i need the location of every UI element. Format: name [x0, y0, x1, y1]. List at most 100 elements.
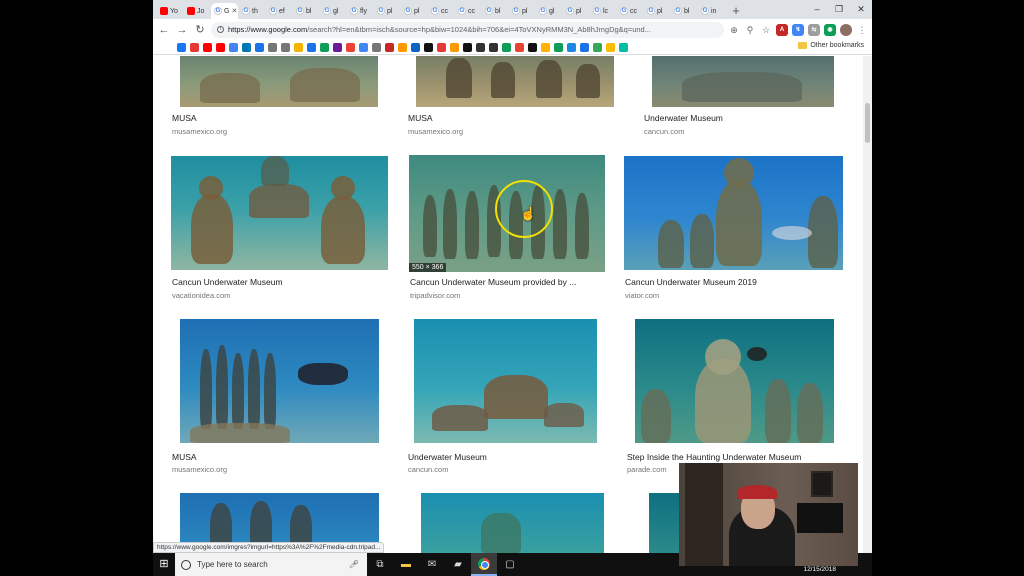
bookmark-icon[interactable]: [437, 42, 446, 52]
browser-tab[interactable]: Gbl: [671, 3, 697, 19]
bookmark-icon[interactable]: [333, 42, 342, 52]
result-source[interactable]: tripadvisor.com: [410, 291, 460, 300]
result-thumbnail[interactable]: [635, 319, 834, 443]
bookmark-icon[interactable]: [320, 42, 329, 52]
chrome-taskbar-icon[interactable]: [471, 553, 497, 576]
bookmark-icon[interactable]: [606, 42, 615, 52]
browser-tab[interactable]: Gth: [239, 3, 265, 19]
result-source[interactable]: cancun.com: [644, 127, 684, 136]
bookmark-icon[interactable]: [476, 42, 485, 52]
result-source[interactable]: viator.com: [625, 291, 659, 300]
bookmark-icon[interactable]: [398, 42, 407, 52]
result-thumbnail[interactable]: [421, 493, 604, 553]
file-explorer-icon[interactable]: ▬: [393, 553, 419, 576]
browser-tab[interactable]: Gcc: [455, 3, 481, 19]
bookmark-icon[interactable]: [515, 42, 524, 52]
close-window-icon[interactable]: ✕: [850, 0, 872, 19]
app-window-icon[interactable]: ▢: [497, 553, 523, 576]
microphone-icon[interactable]: 🎤︎: [349, 560, 359, 569]
browser-tab[interactable]: Gpl: [509, 3, 535, 19]
result-source[interactable]: cancun.com: [408, 465, 448, 474]
browser-tab[interactable]: G G ✕: [211, 3, 238, 19]
extension-icon[interactable]: A: [776, 23, 788, 36]
bookmark-icon[interactable]: [463, 42, 472, 52]
result-source[interactable]: musamexico.org: [172, 465, 227, 474]
result-source[interactable]: musamexico.org: [408, 127, 463, 136]
maximize-icon[interactable]: ❐: [828, 0, 850, 19]
camera-app-icon[interactable]: ▰: [445, 553, 471, 576]
address-bar[interactable]: i https://www.google.com/search?hl=en&tb…: [211, 21, 724, 38]
forward-icon[interactable]: →: [175, 23, 189, 37]
result-title[interactable]: Step Inside the Haunting Underwater Muse…: [627, 452, 801, 462]
browser-tab[interactable]: Gef: [266, 3, 292, 19]
reload-icon[interactable]: ↻: [193, 23, 207, 37]
result-thumbnail[interactable]: [649, 493, 679, 553]
result-title[interactable]: Cancun Underwater Museum 2019: [625, 277, 757, 287]
browser-tab[interactable]: Gfly: [347, 3, 373, 19]
browser-tab[interactable]: Gpl: [374, 3, 400, 19]
bookmark-icon[interactable]: [294, 42, 303, 52]
result-title[interactable]: MUSA: [172, 452, 197, 462]
page-scrollbar[interactable]: [863, 56, 872, 553]
bookmark-icon[interactable]: [268, 42, 277, 52]
result-thumbnail[interactable]: [624, 156, 843, 270]
extension-icon[interactable]: ↯: [792, 23, 804, 36]
browser-tab[interactable]: Gin: [698, 3, 724, 19]
task-view-icon[interactable]: ⧉: [367, 553, 393, 576]
profile-avatar[interactable]: [840, 23, 852, 36]
site-info-icon[interactable]: i: [217, 26, 224, 33]
bookmark-icon[interactable]: [229, 42, 238, 52]
extension-icon[interactable]: ⇆: [808, 23, 820, 36]
result-thumbnail[interactable]: [180, 319, 379, 443]
bookmark-icon[interactable]: [554, 42, 563, 52]
browser-tab[interactable]: Gbl: [482, 3, 508, 19]
location-icon[interactable]: ⊕: [728, 24, 740, 36]
bookmark-icon[interactable]: [359, 42, 368, 52]
bookmark-icon[interactable]: [528, 42, 537, 52]
minimize-icon[interactable]: –: [806, 0, 828, 19]
result-title[interactable]: MUSA: [172, 113, 197, 123]
bookmark-icon[interactable]: [385, 42, 394, 52]
extension-icon[interactable]: ◉: [824, 23, 836, 36]
scrollbar-thumb[interactable]: [865, 103, 870, 143]
result-title[interactable]: Cancun Underwater Museum: [172, 277, 283, 287]
result-title[interactable]: MUSA: [408, 113, 433, 123]
browser-tab[interactable]: Yo: [157, 3, 183, 19]
other-bookmarks-folder[interactable]: Other bookmarks: [798, 42, 864, 49]
new-tab-button[interactable]: +: [729, 3, 743, 19]
result-title[interactable]: Underwater Museum: [644, 113, 723, 123]
bookmark-icon[interactable]: [567, 42, 576, 52]
browser-tab[interactable]: Gbl: [293, 3, 319, 19]
browser-tab[interactable]: Gpl: [563, 3, 589, 19]
browser-tab[interactable]: Gcc: [428, 3, 454, 19]
bookmark-icon[interactable]: [580, 42, 589, 52]
mail-icon[interactable]: ✉: [419, 553, 445, 576]
bookmark-icon[interactable]: [216, 42, 225, 52]
bookmark-icon[interactable]: [242, 42, 251, 52]
bookmark-icon[interactable]: [190, 42, 199, 52]
bookmark-star-icon[interactable]: ☆: [760, 24, 772, 36]
result-title[interactable]: Underwater Museum: [408, 452, 487, 462]
bookmark-icon[interactable]: [346, 42, 355, 52]
result-source[interactable]: musamexico.org: [172, 127, 227, 136]
bookmark-icon[interactable]: [411, 42, 420, 52]
result-thumbnail[interactable]: [414, 319, 597, 443]
bookmark-icon[interactable]: [619, 42, 628, 52]
browser-tab[interactable]: Jo: [184, 3, 210, 19]
result-thumbnail[interactable]: [652, 56, 834, 107]
result-title[interactable]: Cancun Underwater Museum provided by ...: [410, 277, 576, 287]
bookmark-icon[interactable]: [450, 42, 459, 52]
bookmark-icon[interactable]: [502, 42, 511, 52]
back-icon[interactable]: ←: [157, 23, 171, 37]
result-source[interactable]: vacationidea.com: [172, 291, 230, 300]
result-thumbnail[interactable]: [180, 56, 378, 107]
browser-tab[interactable]: Gpl: [644, 3, 670, 19]
close-tab-icon[interactable]: ✕: [231, 7, 237, 15]
windows-start-icon[interactable]: ⊞: [153, 553, 175, 576]
browser-tab[interactable]: Gcc: [617, 3, 643, 19]
taskbar-search-box[interactable]: Type here to search 🎤︎: [175, 553, 367, 576]
browser-tab[interactable]: Glc: [590, 3, 616, 19]
browser-tab[interactable]: Ggl: [536, 3, 562, 19]
bookmark-icon[interactable]: [177, 42, 186, 52]
bookmark-icon[interactable]: [203, 42, 212, 52]
